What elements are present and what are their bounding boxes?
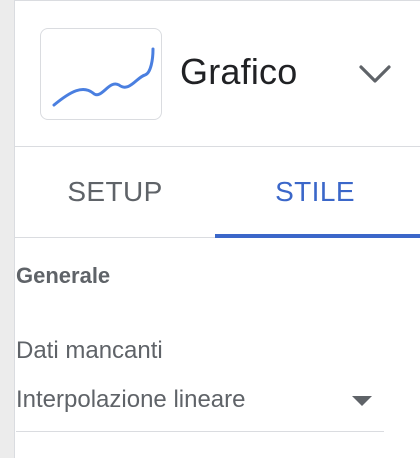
dropdown-arrow-icon [352, 396, 372, 406]
chart-thumbnail[interactable] [40, 28, 162, 120]
chart-type-title: Grafico [180, 51, 298, 92]
missing-data-label: Dati mancanti [16, 337, 163, 364]
missing-data-select[interactable]: Interpolazione lineare [16, 376, 384, 432]
tab-setup[interactable]: SETUP [15, 147, 215, 237]
chevron-down-icon[interactable] [358, 59, 392, 89]
chart-type-header: Grafico [15, 1, 420, 147]
line-chart-icon [52, 47, 155, 107]
tab-stile[interactable]: STILE [215, 147, 415, 237]
editor-tabs: SETUP STILE [15, 147, 420, 238]
section-title-generale: Generale [16, 263, 111, 288]
missing-data-value: Interpolazione lineare [16, 386, 246, 413]
active-tab-indicator [215, 234, 420, 238]
